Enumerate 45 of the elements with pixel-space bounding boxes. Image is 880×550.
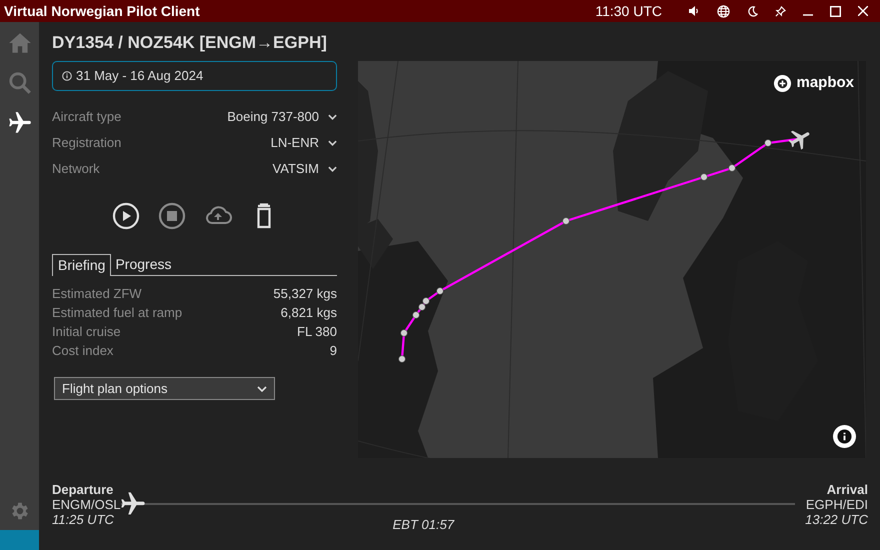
- speaker-icon[interactable]: [688, 5, 700, 17]
- validity-dates: 31 May - 16 Aug 2024: [76, 67, 204, 86]
- estimated-block-time: EBT 01:57: [392, 516, 454, 534]
- globe-icon[interactable]: [717, 4, 730, 18]
- departure-airport: ENGM/OSL: [52, 497, 121, 512]
- briefing-label: Cost index: [52, 342, 114, 360]
- setting-value[interactable]: VATSIM: [272, 159, 319, 179]
- tab[interactable]: Briefing: [52, 254, 112, 276]
- setting-value[interactable]: Boeing 737-800: [227, 107, 319, 127]
- status-indicator: [0, 530, 39, 550]
- window-title: Virtual Norwegian Pilot Client: [4, 2, 200, 21]
- close-icon[interactable]: [858, 6, 868, 16]
- tab[interactable]: Progress: [111, 253, 176, 275]
- chevron-icon: [257, 386, 267, 392]
- briefing-value: 55,327 kgs: [273, 284, 337, 303]
- pin-icon[interactable]: [775, 6, 786, 16]
- setting-label: Aircraft type: [52, 108, 122, 126]
- arrival-label: Arrival: [826, 482, 868, 497]
- maximize-icon[interactable]: [830, 6, 841, 16]
- moon-icon[interactable]: [747, 6, 758, 16]
- briefing-value: FL 380: [297, 322, 337, 341]
- map-attribution: mapbox: [796, 73, 854, 93]
- briefing-label: Estimated ZFW: [52, 284, 142, 303]
- departure-label: Departure: [52, 482, 114, 497]
- info-icon: [62, 71, 72, 81]
- chevron-icon[interactable]: [328, 114, 337, 120]
- flight-title: DY1354 / NOZ54K [ENGM→EGPH]: [52, 32, 328, 52]
- play-icon[interactable]: [112, 202, 140, 230]
- flight-plan-select[interactable]: Flight plan options: [54, 377, 275, 400]
- info-icon: [837, 429, 852, 444]
- arrival-time: 13:22 UTC: [805, 512, 868, 527]
- arrival-airport: EGPH/EDI: [806, 497, 868, 512]
- mapbox-logo-icon: [773, 74, 792, 93]
- briefing-value: 6,821 kgs: [280, 304, 337, 322]
- setting-label: Network: [52, 160, 100, 178]
- briefing-label: Initial cruise: [52, 322, 121, 341]
- setting-label: Registration: [52, 134, 122, 152]
- clock: 11:30 UTC: [595, 2, 662, 20]
- departure-time: 11:25 UTC: [52, 512, 115, 527]
- chevron-icon[interactable]: [328, 166, 337, 172]
- briefing-value: 9: [330, 342, 337, 360]
- briefing-label: Estimated fuel at ramp: [52, 304, 182, 322]
- chevron-icon[interactable]: [328, 140, 337, 146]
- setting-value[interactable]: LN-ENR: [270, 133, 319, 153]
- airplane-icon[interactable]: [6, 110, 32, 136]
